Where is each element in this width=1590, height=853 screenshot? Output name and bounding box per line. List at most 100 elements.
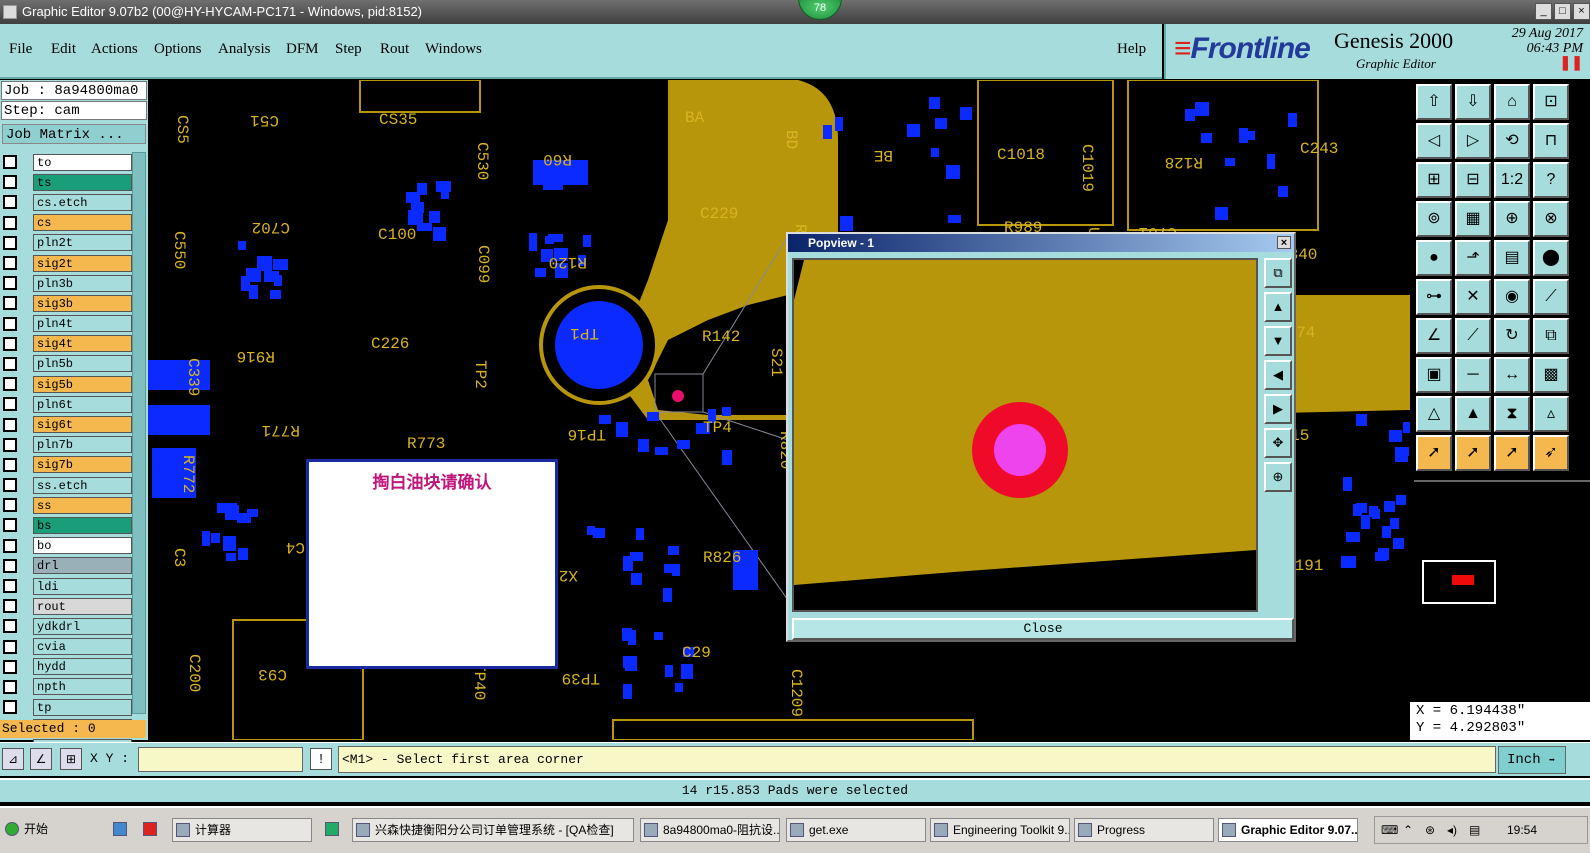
start-button[interactable]: 开始 [2,818,94,842]
layer-row[interactable]: sig2t [0,253,132,273]
layer-up-icon[interactable]: ⇧ [1416,84,1452,120]
line-draw-icon[interactable]: ⬏ [1455,240,1491,276]
layer-row[interactable]: pln4t [0,314,132,334]
layer-name[interactable]: sig7b [33,456,132,474]
layer-name[interactable]: pln7b [33,436,132,454]
layer-name[interactable]: drl [33,557,132,575]
layer-name[interactable]: ydkdrl [33,617,132,635]
layer-name[interactable]: sig5b [33,375,132,393]
popview-close-button[interactable]: Close [792,618,1294,640]
layer-row[interactable]: sig7b [0,455,132,475]
popview-close-icon[interactable]: × [1277,236,1291,249]
layer-row[interactable]: rout [0,596,132,616]
menu-windows[interactable]: Windows [425,41,482,58]
menu-rout[interactable]: Rout [380,41,409,58]
unit-selector[interactable]: Inch ➡ [1498,746,1566,774]
layer-checkbox[interactable] [3,256,17,271]
layer-row[interactable]: ss [0,495,132,515]
quicklaunch-icon[interactable] [322,818,344,842]
layer-row[interactable]: npth [0,677,132,697]
layer-checkbox[interactable] [3,599,17,614]
layer-name[interactable]: ss.etch [33,476,132,494]
layer-name[interactable]: cvia [33,638,132,656]
layer-row[interactable]: sig3b [0,293,132,313]
pointer-icon[interactable]: ➚ [1416,435,1452,471]
layer-name[interactable]: to [33,153,132,171]
multi-pointer-icon[interactable]: ➶ [1533,435,1569,471]
layer-checkbox[interactable] [3,377,17,392]
layer-checkbox[interactable] [3,558,17,573]
layer-checkbox[interactable] [3,518,17,533]
menu-step[interactable]: Step [335,41,362,58]
layer-row[interactable]: ss.etch [0,475,132,495]
menu-analysis[interactable]: Analysis [218,41,271,58]
trim-icon[interactable]: ─ [1455,357,1491,393]
layer-checkbox[interactable] [3,235,17,250]
layer-name[interactable]: pln5b [33,355,132,373]
popview-left-icon[interactable]: ◀ [1264,360,1292,390]
layer-name[interactable]: cs [33,214,132,232]
layer-checkbox[interactable] [3,457,17,472]
layer-checkbox[interactable] [3,659,17,674]
layer-name[interactable]: hydd [33,658,132,676]
pause-icon[interactable]: ❚❚ [1471,56,1583,71]
layer-row[interactable]: cs.etch [0,192,132,212]
layer-row[interactable]: ts [0,172,132,192]
snap-icon[interactable]: ⊿ [2,748,24,770]
layer-checkbox[interactable] [3,336,17,351]
net-icon[interactable]: ⊶ [1416,279,1452,315]
layer-checkbox[interactable] [3,215,17,230]
measure-icon[interactable]: ∠ [30,748,52,770]
measure-icon[interactable]: ⊓ [1533,123,1569,159]
layer-checkbox[interactable] [3,155,17,170]
layer-row[interactable]: pln5b [0,354,132,374]
layer-name[interactable]: npth [33,678,132,696]
layer-row[interactable]: pln7b [0,435,132,455]
layer-checkbox[interactable] [3,417,17,432]
task-graphic-editor[interactable]: Graphic Editor 9.07... [1218,818,1358,842]
layer-checkbox[interactable] [3,296,17,311]
ruler-icon[interactable]: ▤ [1494,240,1530,276]
layer-name[interactable]: sig6t [33,416,132,434]
layer-row[interactable]: sig6t [0,414,132,434]
quicklaunch-icon[interactable] [110,818,132,842]
layer-checkbox[interactable] [3,316,17,331]
layer-name[interactable]: ldi [33,577,132,595]
shape-c-icon[interactable]: ⧗ [1494,396,1530,432]
menu-options[interactable]: Options [154,41,202,58]
layer-name[interactable]: pln3b [33,274,132,292]
layer-row[interactable]: to [0,152,132,172]
dot-icon[interactable]: ⬤ [1533,240,1569,276]
layer-checkbox[interactable] [3,276,17,291]
maximize-button[interactable]: □ [1554,3,1571,20]
layer-checkbox[interactable] [3,437,17,452]
network-icon[interactable]: ⌃ [1403,817,1413,843]
layer-checkbox[interactable] [3,679,17,694]
layer-row[interactable]: hydd [0,657,132,677]
keyboard-icon[interactable]: ⌨ [1381,817,1398,843]
zoom-fit-icon[interactable]: ⊞ [1416,162,1452,198]
arc-ref-icon[interactable]: ⟋ [1533,279,1569,315]
layer-name[interactable]: bo [33,537,132,555]
help-icon[interactable]: ? [1533,162,1569,198]
security-icon[interactable]: ⊛ [1425,817,1435,843]
layer-name[interactable]: pln4t [33,315,132,333]
layer-name[interactable]: sig3b [33,294,132,312]
layer-row[interactable]: cvia [0,637,132,657]
task-calculator[interactable]: 计算器 [172,818,312,842]
layer-name[interactable]: ss [33,496,132,514]
layer-name[interactable]: cs.etch [33,193,132,211]
layer-row[interactable]: sig5b [0,374,132,394]
popview-canvas[interactable] [792,258,1258,612]
layer-name[interactable]: bs [33,516,132,534]
layer-name[interactable]: sig4t [33,335,132,353]
layer-name[interactable]: rout [33,597,132,615]
quicklaunch-icon[interactable] [140,818,162,842]
pad-copy-icon[interactable]: ▣ [1416,357,1452,393]
layer-checkbox[interactable] [3,498,17,513]
popview-zoom-icon[interactable]: ⧉ [1264,258,1292,288]
xy-input[interactable] [138,747,303,772]
tray-app-icon[interactable]: ▤ [1469,817,1480,843]
menu-dfm[interactable]: DFM [286,41,319,58]
snap-on-icon[interactable]: ⊕ [1494,201,1530,237]
